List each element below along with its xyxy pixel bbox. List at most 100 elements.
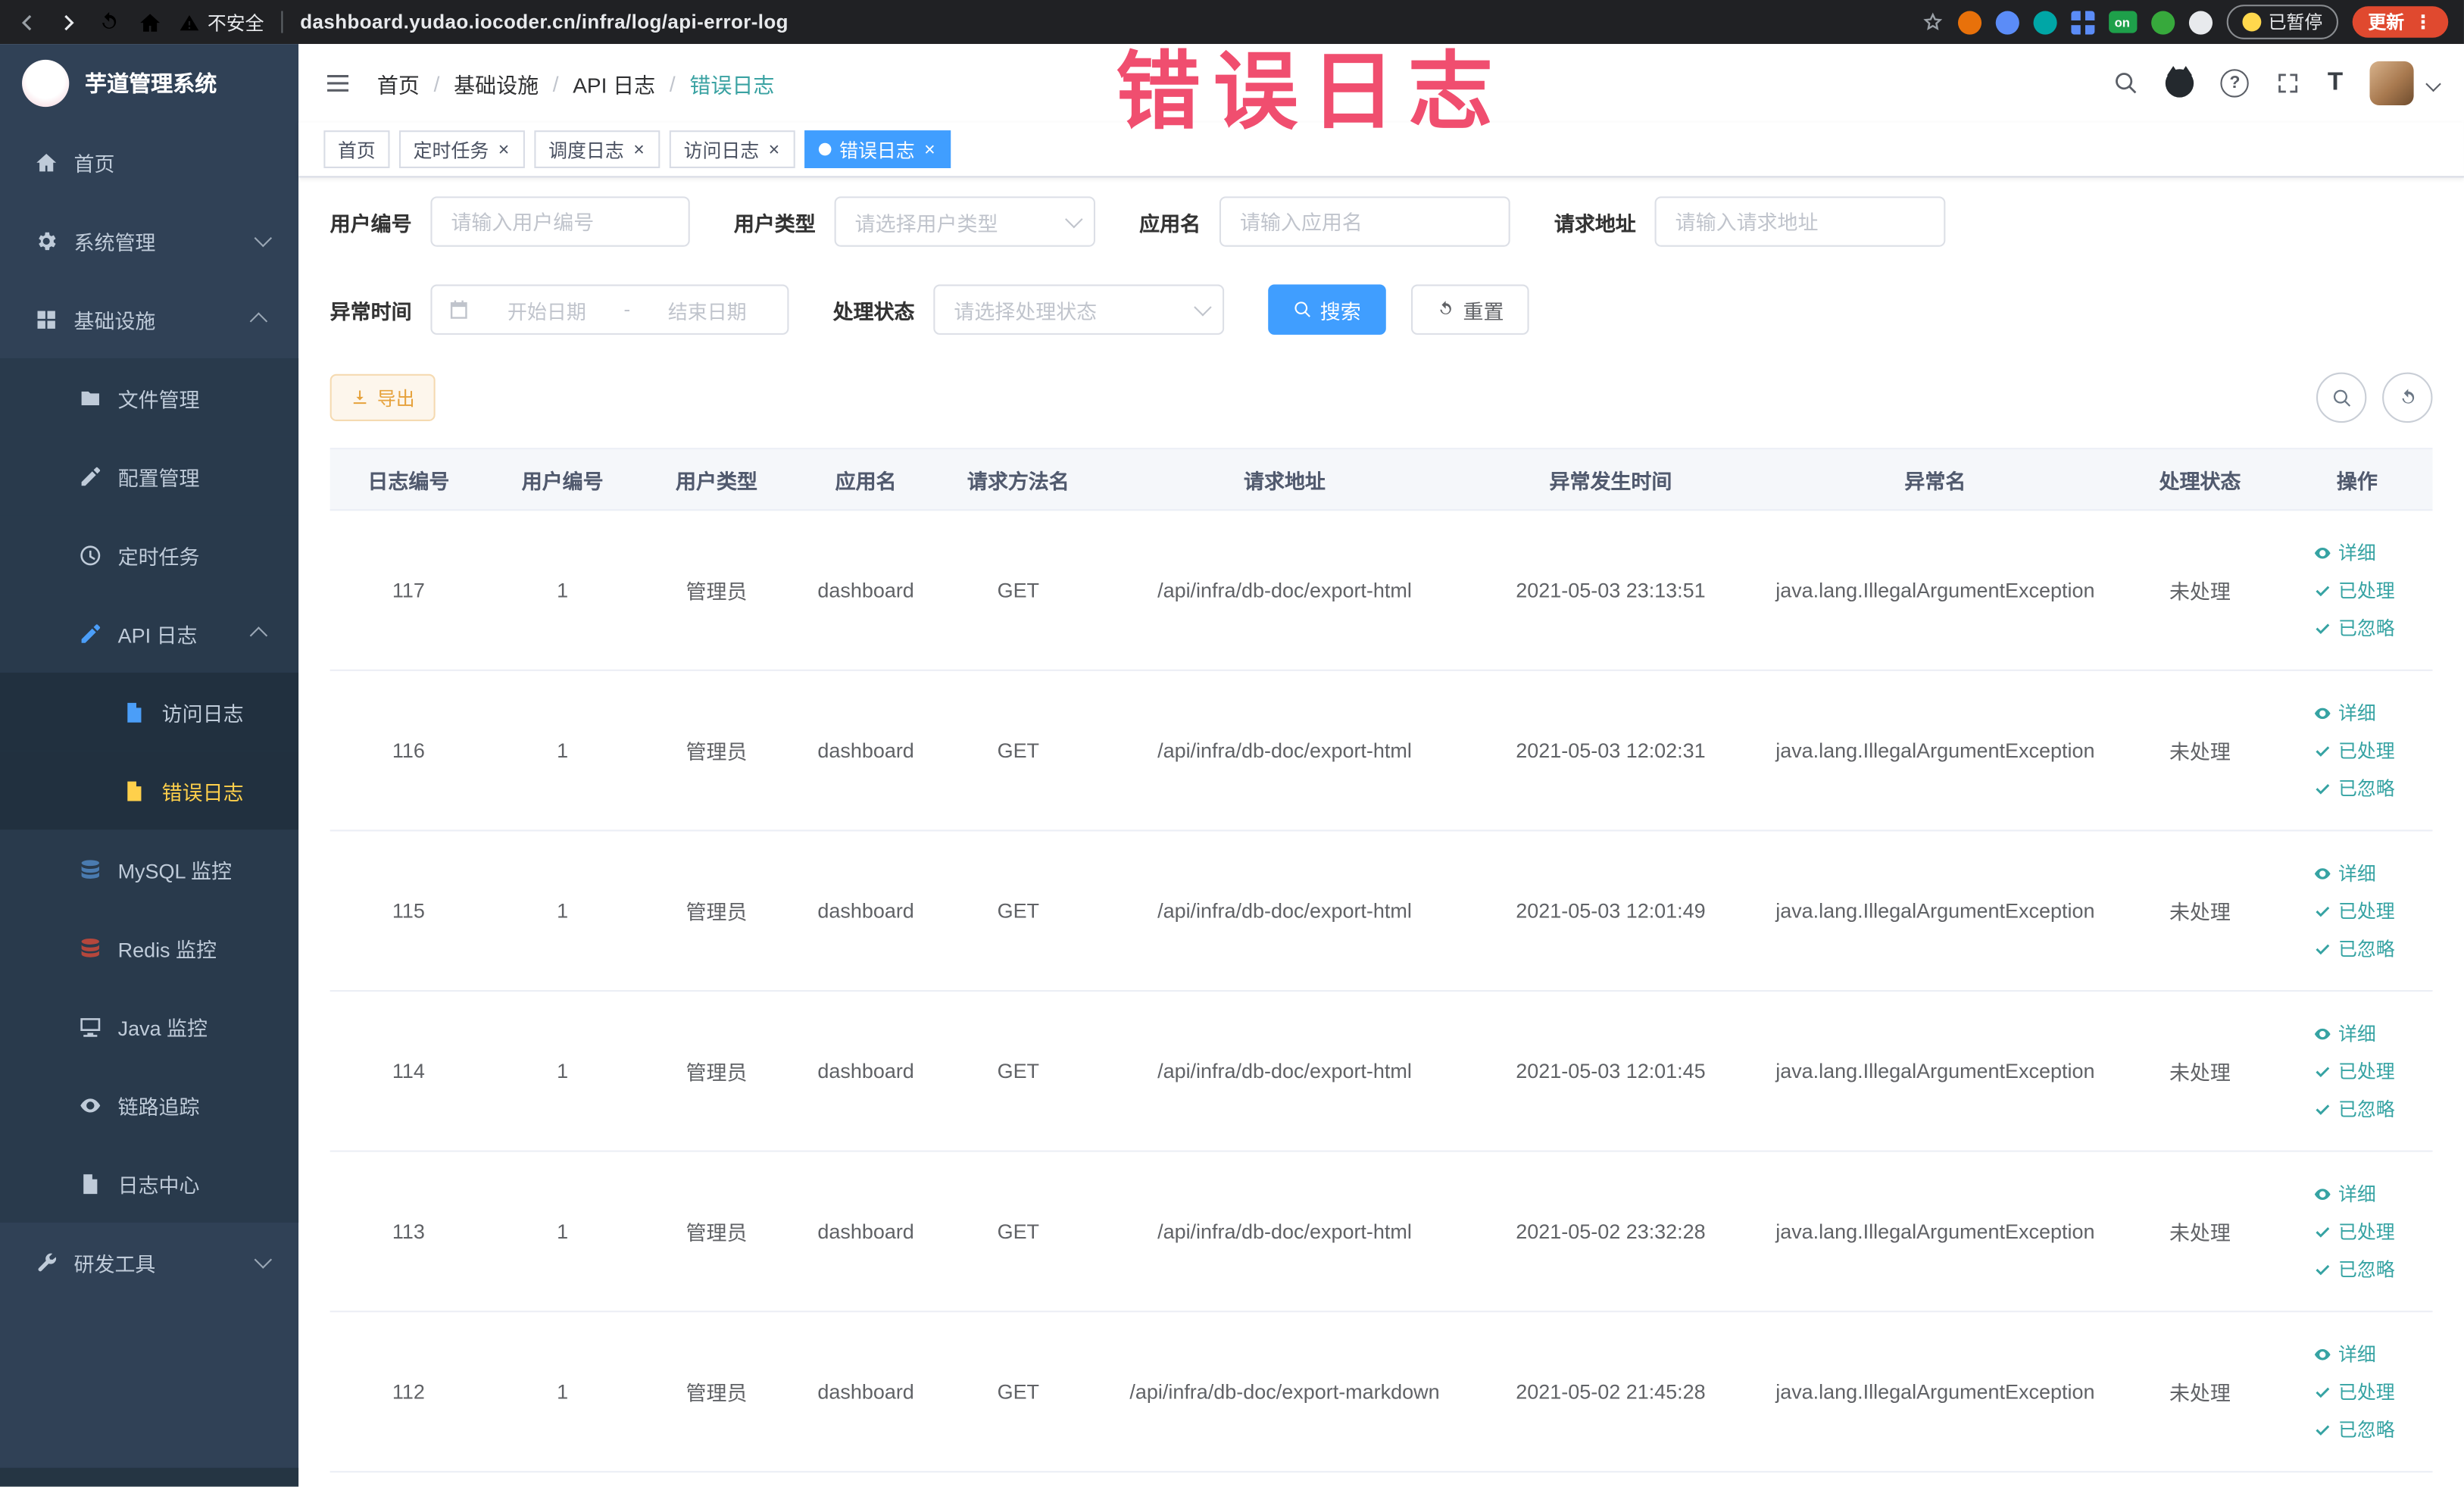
home-icon[interactable] xyxy=(139,10,162,33)
extensions-grid-icon[interactable] xyxy=(2070,10,2094,34)
export-button[interactable]: 导出 xyxy=(329,373,436,421)
close-icon[interactable]: × xyxy=(767,140,782,159)
breadcrumb-api-log[interactable]: API 日志 xyxy=(573,67,655,98)
processed-link[interactable]: 已处理 xyxy=(2313,576,2401,603)
processed-link[interactable]: 已处理 xyxy=(2313,1057,2401,1084)
chevron-down-icon[interactable] xyxy=(2425,75,2441,92)
fullscreen-icon[interactable] xyxy=(2275,70,2300,95)
update-button[interactable]: 更新 ⋮ xyxy=(2352,6,2449,38)
tab-access-log[interactable]: 访问日志 × xyxy=(669,130,795,168)
tab-home[interactable]: 首页 xyxy=(323,130,390,168)
user-avatar[interactable] xyxy=(2369,61,2414,105)
detail-link[interactable]: 详细 xyxy=(2313,699,2401,726)
search-icon xyxy=(2331,387,2352,408)
sidebar-item-access-log[interactable]: 访问日志 xyxy=(0,672,299,751)
page-content: 用户编号 用户类型 请选择用户类型 应用名 xyxy=(298,177,2464,1486)
sidebar-item-file-mgmt[interactable]: 文件管理 xyxy=(0,358,299,437)
reload-icon[interactable] xyxy=(98,10,121,33)
close-icon[interactable]: × xyxy=(632,140,646,159)
hamburger-icon[interactable] xyxy=(323,69,351,97)
request-url-input[interactable] xyxy=(1654,196,1946,247)
check-icon xyxy=(2313,1061,2332,1080)
close-icon[interactable]: × xyxy=(923,140,937,159)
processed-link[interactable]: 已处理 xyxy=(2313,737,2401,764)
detail-link[interactable]: 详细 xyxy=(2313,860,2401,886)
tab-scheduled-jobs[interactable]: 定时任务 × xyxy=(398,130,526,168)
extension-icon[interactable] xyxy=(1957,10,1982,34)
column-header: 请求地址 xyxy=(1244,469,1326,493)
forward-icon[interactable] xyxy=(57,10,80,33)
detail-link[interactable]: 详细 xyxy=(2313,1020,2401,1046)
cell-time: 2021-05-02 21:45:28 xyxy=(1516,1379,1706,1404)
help-icon[interactable]: ? xyxy=(2220,69,2250,98)
ignored-link[interactable]: 已忽略 xyxy=(2313,614,2401,641)
field-label: 处理状态 xyxy=(832,299,915,323)
filter-request-url: 请求地址 xyxy=(1554,196,1946,247)
cell-method: GET xyxy=(997,739,1040,763)
toggle-search-button[interactable] xyxy=(2316,372,2367,423)
filter-user-id: 用户编号 xyxy=(330,196,690,247)
app-name-input[interactable] xyxy=(1219,196,1510,247)
database-icon xyxy=(79,858,102,881)
reset-button[interactable]: 重置 xyxy=(1411,284,1529,335)
sidebar-item-mysql-monitor[interactable]: MySQL 监控 xyxy=(0,829,299,909)
url-bar[interactable]: dashboard.yudao.iocoder.cn/infra/log/api… xyxy=(300,11,789,33)
sidebar-item-redis-monitor[interactable]: Redis 监控 xyxy=(0,908,299,987)
sidebar-item-log-center[interactable]: 日志中心 xyxy=(0,1144,299,1223)
ignored-link[interactable]: 已忽略 xyxy=(2313,935,2401,961)
table-row: 112 1 管理员 dashboard GET /api/infra/db-do… xyxy=(329,1312,2433,1473)
breadcrumb-home[interactable]: 首页 xyxy=(377,67,420,98)
user-id-input[interactable] xyxy=(430,196,690,247)
date-range-picker[interactable]: 开始日期 - 结束日期 xyxy=(430,284,789,335)
close-icon[interactable]: × xyxy=(497,140,511,159)
ignored-link[interactable]: 已忽略 xyxy=(2313,775,2401,801)
font-size-icon[interactable]: T xyxy=(2328,70,2343,95)
sidebar-item-infrastructure[interactable]: 基础设施 xyxy=(0,280,298,358)
sidebar-item-error-log[interactable]: 错误日志 xyxy=(0,751,299,830)
security-chip[interactable]: 不安全 xyxy=(180,8,264,35)
processed-link[interactable]: 已处理 xyxy=(2313,1378,2401,1404)
processed-link[interactable]: 已处理 xyxy=(2313,1218,2401,1245)
process-status-select[interactable]: 请选择处理状态 xyxy=(933,284,1225,335)
breadcrumb-infrastructure[interactable]: 基础设施 xyxy=(454,67,539,98)
ignored-link[interactable]: 已忽略 xyxy=(2313,1416,2401,1442)
github-icon[interactable] xyxy=(2166,66,2194,98)
cell-log-id: 115 xyxy=(392,898,425,923)
sidebar-item-config-mgmt[interactable]: 配置管理 xyxy=(0,436,299,516)
sidebar-item-api-log[interactable]: API 日志 xyxy=(0,594,299,673)
back-icon[interactable] xyxy=(16,10,39,33)
sidebar-item-dev-tools[interactable]: 研发工具 xyxy=(0,1223,298,1301)
extension-icon[interactable] xyxy=(2188,10,2212,34)
extension-icon[interactable] xyxy=(2150,10,2175,34)
user-type-select[interactable]: 请选择用户类型 xyxy=(834,196,1096,247)
sidebar-item-scheduled-jobs[interactable]: 定时任务 xyxy=(0,515,299,595)
extension-on-badge[interactable]: on xyxy=(2108,11,2137,33)
tab-error-log[interactable]: 错误日志 × xyxy=(804,130,951,168)
app-logo[interactable]: 芋道管理系统 xyxy=(0,44,298,123)
sidebar-item-java-monitor[interactable]: Java 监控 xyxy=(0,986,299,1066)
search-button[interactable]: 搜索 xyxy=(1268,284,1386,335)
extension-icon[interactable] xyxy=(2032,10,2056,34)
cell-url: /api/infra/db-doc/export-html xyxy=(1157,1219,1412,1244)
detail-link[interactable]: 详细 xyxy=(2313,1180,2401,1207)
search-icon[interactable] xyxy=(2114,70,2139,95)
tags-bar: 首页 定时任务 × 调度日志 × 访问日志 × 错误日志 × xyxy=(298,122,2464,178)
ignored-link[interactable]: 已忽略 xyxy=(2313,1095,2401,1122)
extension-icon[interactable] xyxy=(1994,10,2019,34)
ignored-link[interactable]: 已忽略 xyxy=(2313,1256,2401,1282)
processed-link[interactable]: 已处理 xyxy=(2313,898,2401,924)
detail-link[interactable]: 详细 xyxy=(2313,539,2401,566)
tab-schedule-log[interactable]: 调度日志 × xyxy=(534,130,661,168)
menu-kebab-icon[interactable]: ⋮ xyxy=(2414,11,2433,33)
sidebar-item-home[interactable]: 首页 xyxy=(0,123,298,201)
cell-method: GET xyxy=(997,1219,1040,1244)
sidebar-item-tracing[interactable]: 链路追踪 xyxy=(0,1065,299,1145)
detail-link[interactable]: 详细 xyxy=(2313,1341,2401,1367)
refresh-button[interactable] xyxy=(2382,372,2433,423)
paused-extension-badge[interactable]: 已暂停 xyxy=(2225,5,2339,39)
menu-label: 访问日志 xyxy=(161,701,244,726)
bookmark-star-icon[interactable] xyxy=(1921,11,1943,33)
breadcrumb-separator: / xyxy=(552,71,559,95)
sidebar-item-system-mgmt[interactable]: 系统管理 xyxy=(0,201,298,280)
eye-icon xyxy=(2313,543,2332,562)
